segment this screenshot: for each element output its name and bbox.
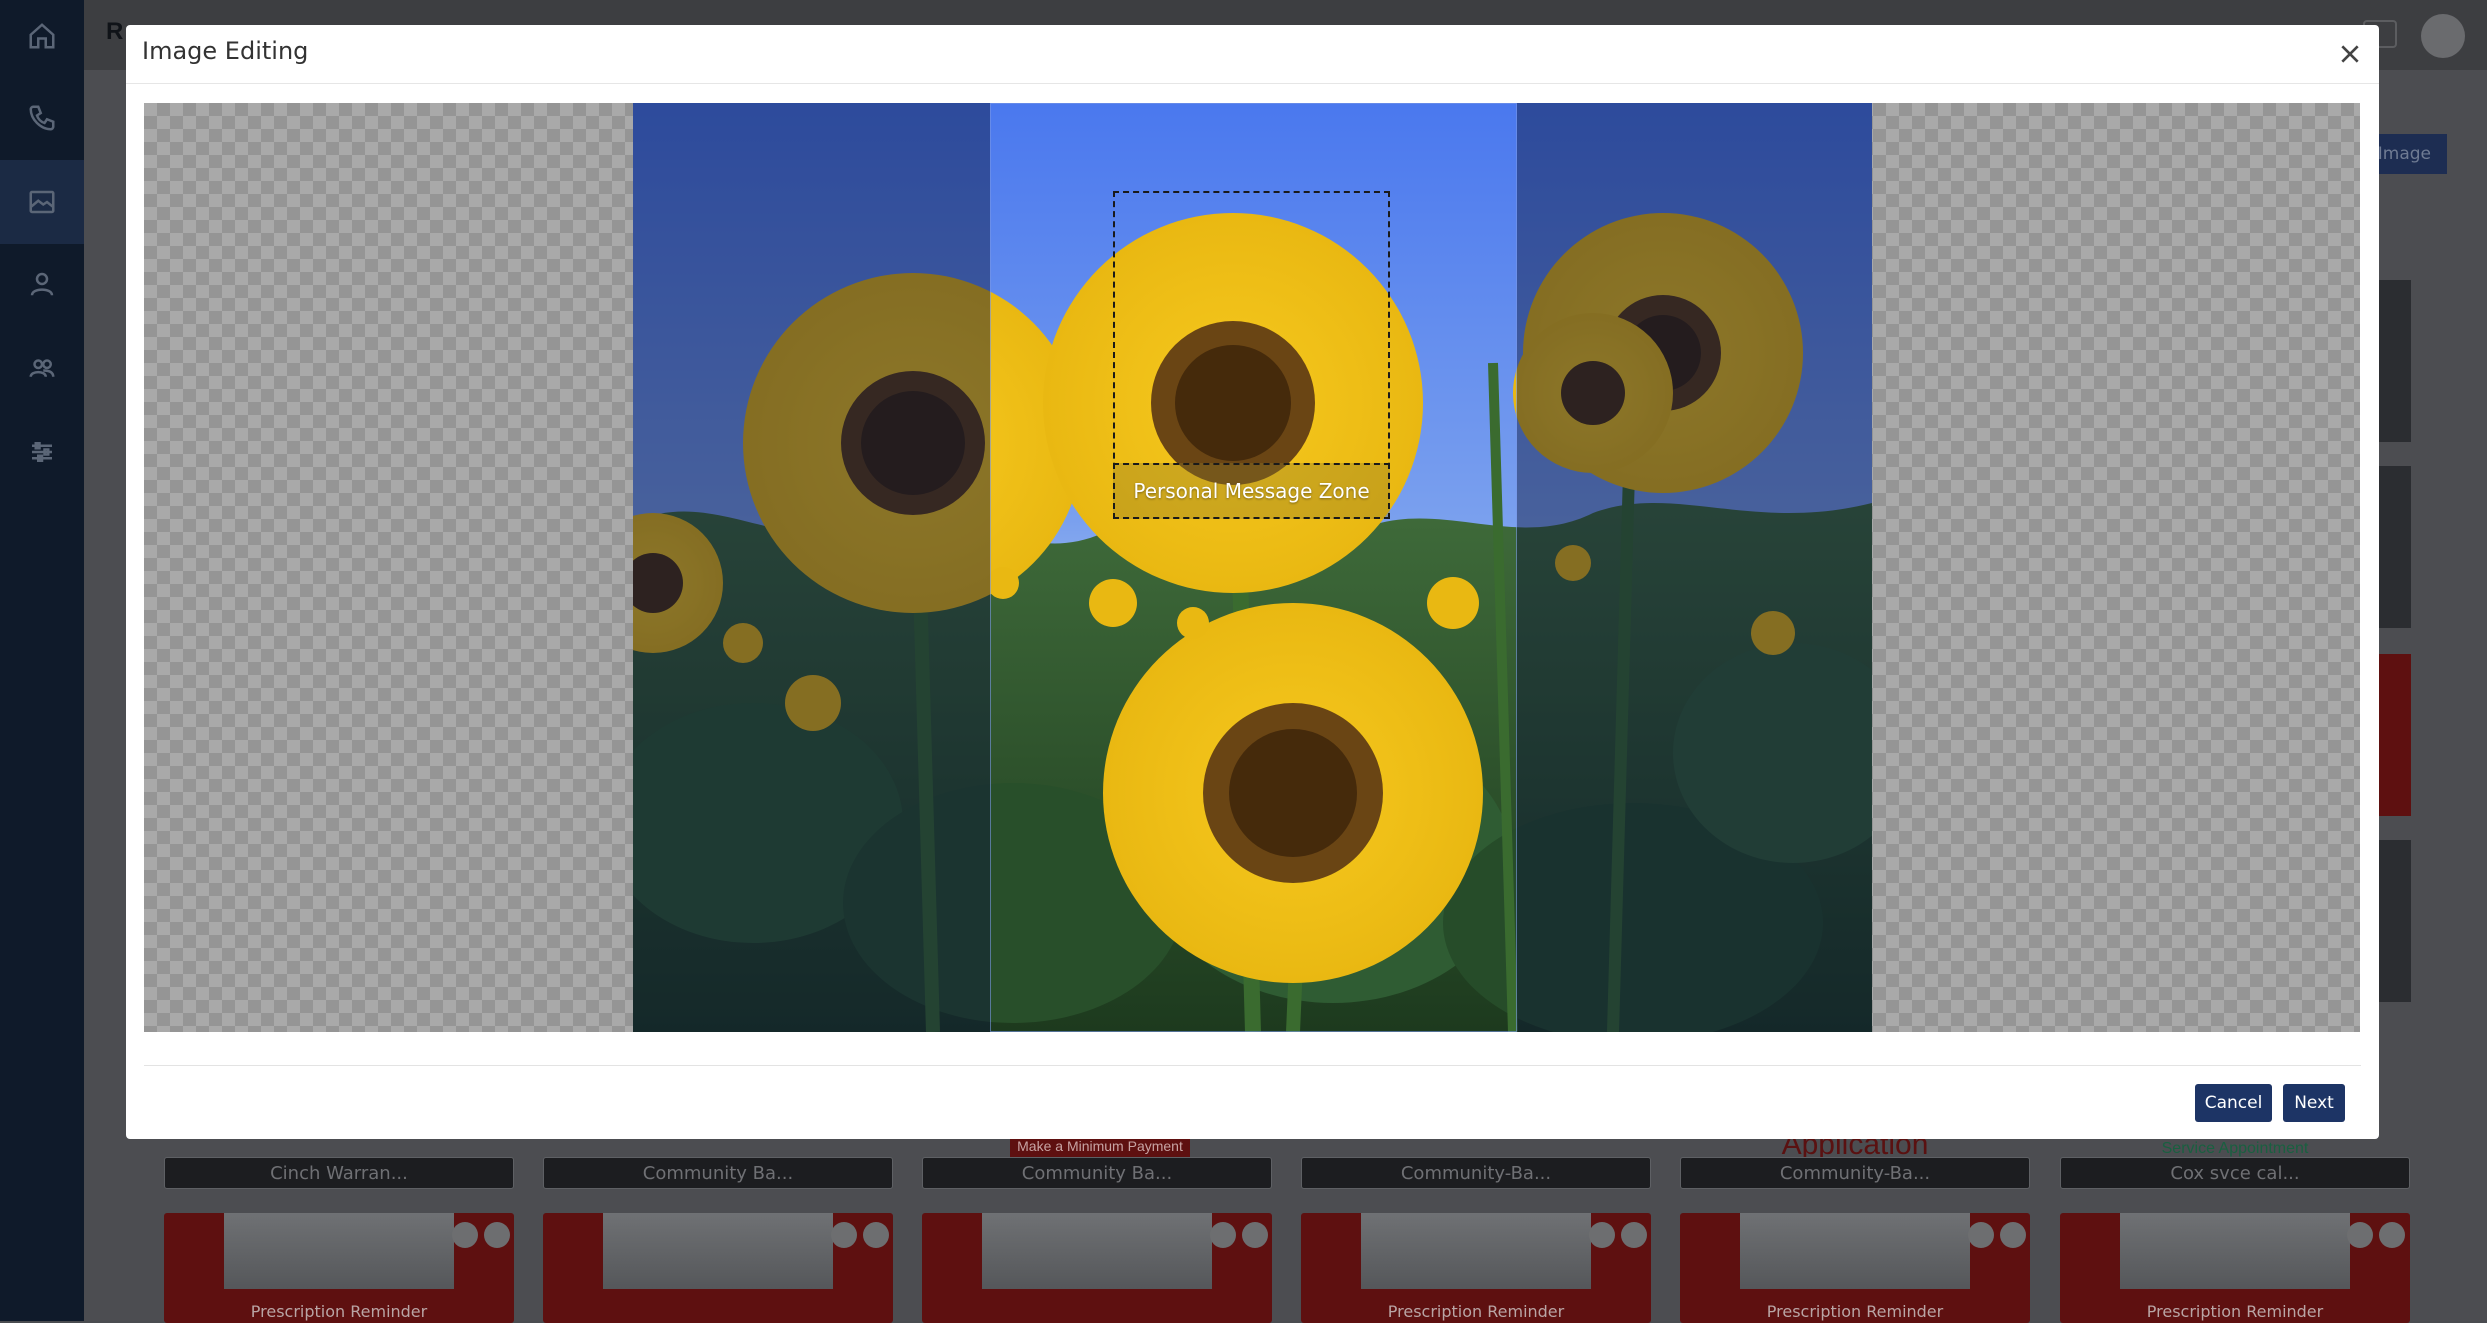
card-thumbnail <box>224 1213 454 1289</box>
crop-mask-right <box>1517 103 1872 1032</box>
avatar[interactable] <box>2421 14 2465 58</box>
footer-divider <box>144 1065 2361 1066</box>
card-thumbnail <box>1740 1213 1970 1289</box>
image-editing-modal: Image Editing Personal Message Zone Canc… <box>126 25 2379 1139</box>
close-icon <box>2341 45 2359 63</box>
card-title: Community-Ba... <box>1301 1157 1651 1189</box>
modal-header: Image Editing <box>126 25 2379 84</box>
phone-icon[interactable] <box>22 98 62 138</box>
home-icon[interactable] <box>22 16 62 56</box>
crop-mask-left <box>633 103 990 1032</box>
card-title: Community Ba... <box>543 1157 893 1189</box>
card-title: Cinch Warran... <box>164 1157 514 1189</box>
card-caption: Prescription Reminder <box>1387 1302 1565 1321</box>
image-icon[interactable] <box>22 182 62 222</box>
edit-icon[interactable] <box>2347 1222 2373 1248</box>
next-button[interactable]: Next <box>2283 1084 2345 1122</box>
edit-icon[interactable] <box>1589 1222 1615 1248</box>
delete-icon[interactable] <box>863 1222 889 1248</box>
card-thumbnail <box>2120 1213 2350 1289</box>
card-title: Cox svce cal... <box>2060 1157 2410 1189</box>
delete-icon[interactable] <box>2379 1222 2405 1248</box>
edit-icon[interactable] <box>1968 1222 1994 1248</box>
delete-icon[interactable] <box>1621 1222 1647 1248</box>
image-editor-canvas[interactable]: Personal Message Zone <box>144 103 2360 1032</box>
card-caption: Prescription Reminder <box>1766 1302 1944 1321</box>
sidebar <box>0 0 84 1321</box>
edit-icon[interactable] <box>1210 1222 1236 1248</box>
edit-icon[interactable] <box>452 1222 478 1248</box>
card-title: Community Ba... <box>922 1157 1272 1189</box>
personal-message-zone-label: Personal Message Zone <box>1113 463 1390 519</box>
card-caption: Prescription Reminder <box>250 1302 428 1321</box>
card-caption: Prescription Reminder <box>2146 1302 2324 1321</box>
sliders-icon[interactable] <box>22 432 62 472</box>
delete-icon[interactable] <box>2000 1222 2026 1248</box>
card-thumbnail <box>603 1213 833 1289</box>
page-title: R <box>106 18 124 45</box>
card-thumbnail <box>1361 1213 1591 1289</box>
modal-title: Image Editing <box>142 37 309 65</box>
delete-icon[interactable] <box>1242 1222 1268 1248</box>
card-title: Community-Ba... <box>1680 1157 2030 1189</box>
cancel-button[interactable]: Cancel <box>2195 1084 2272 1122</box>
close-button[interactable] <box>2335 39 2365 69</box>
users-icon[interactable] <box>22 348 62 388</box>
user-icon[interactable] <box>22 264 62 304</box>
edit-icon[interactable] <box>831 1222 857 1248</box>
card-thumbnail <box>982 1213 1212 1289</box>
delete-icon[interactable] <box>484 1222 510 1248</box>
